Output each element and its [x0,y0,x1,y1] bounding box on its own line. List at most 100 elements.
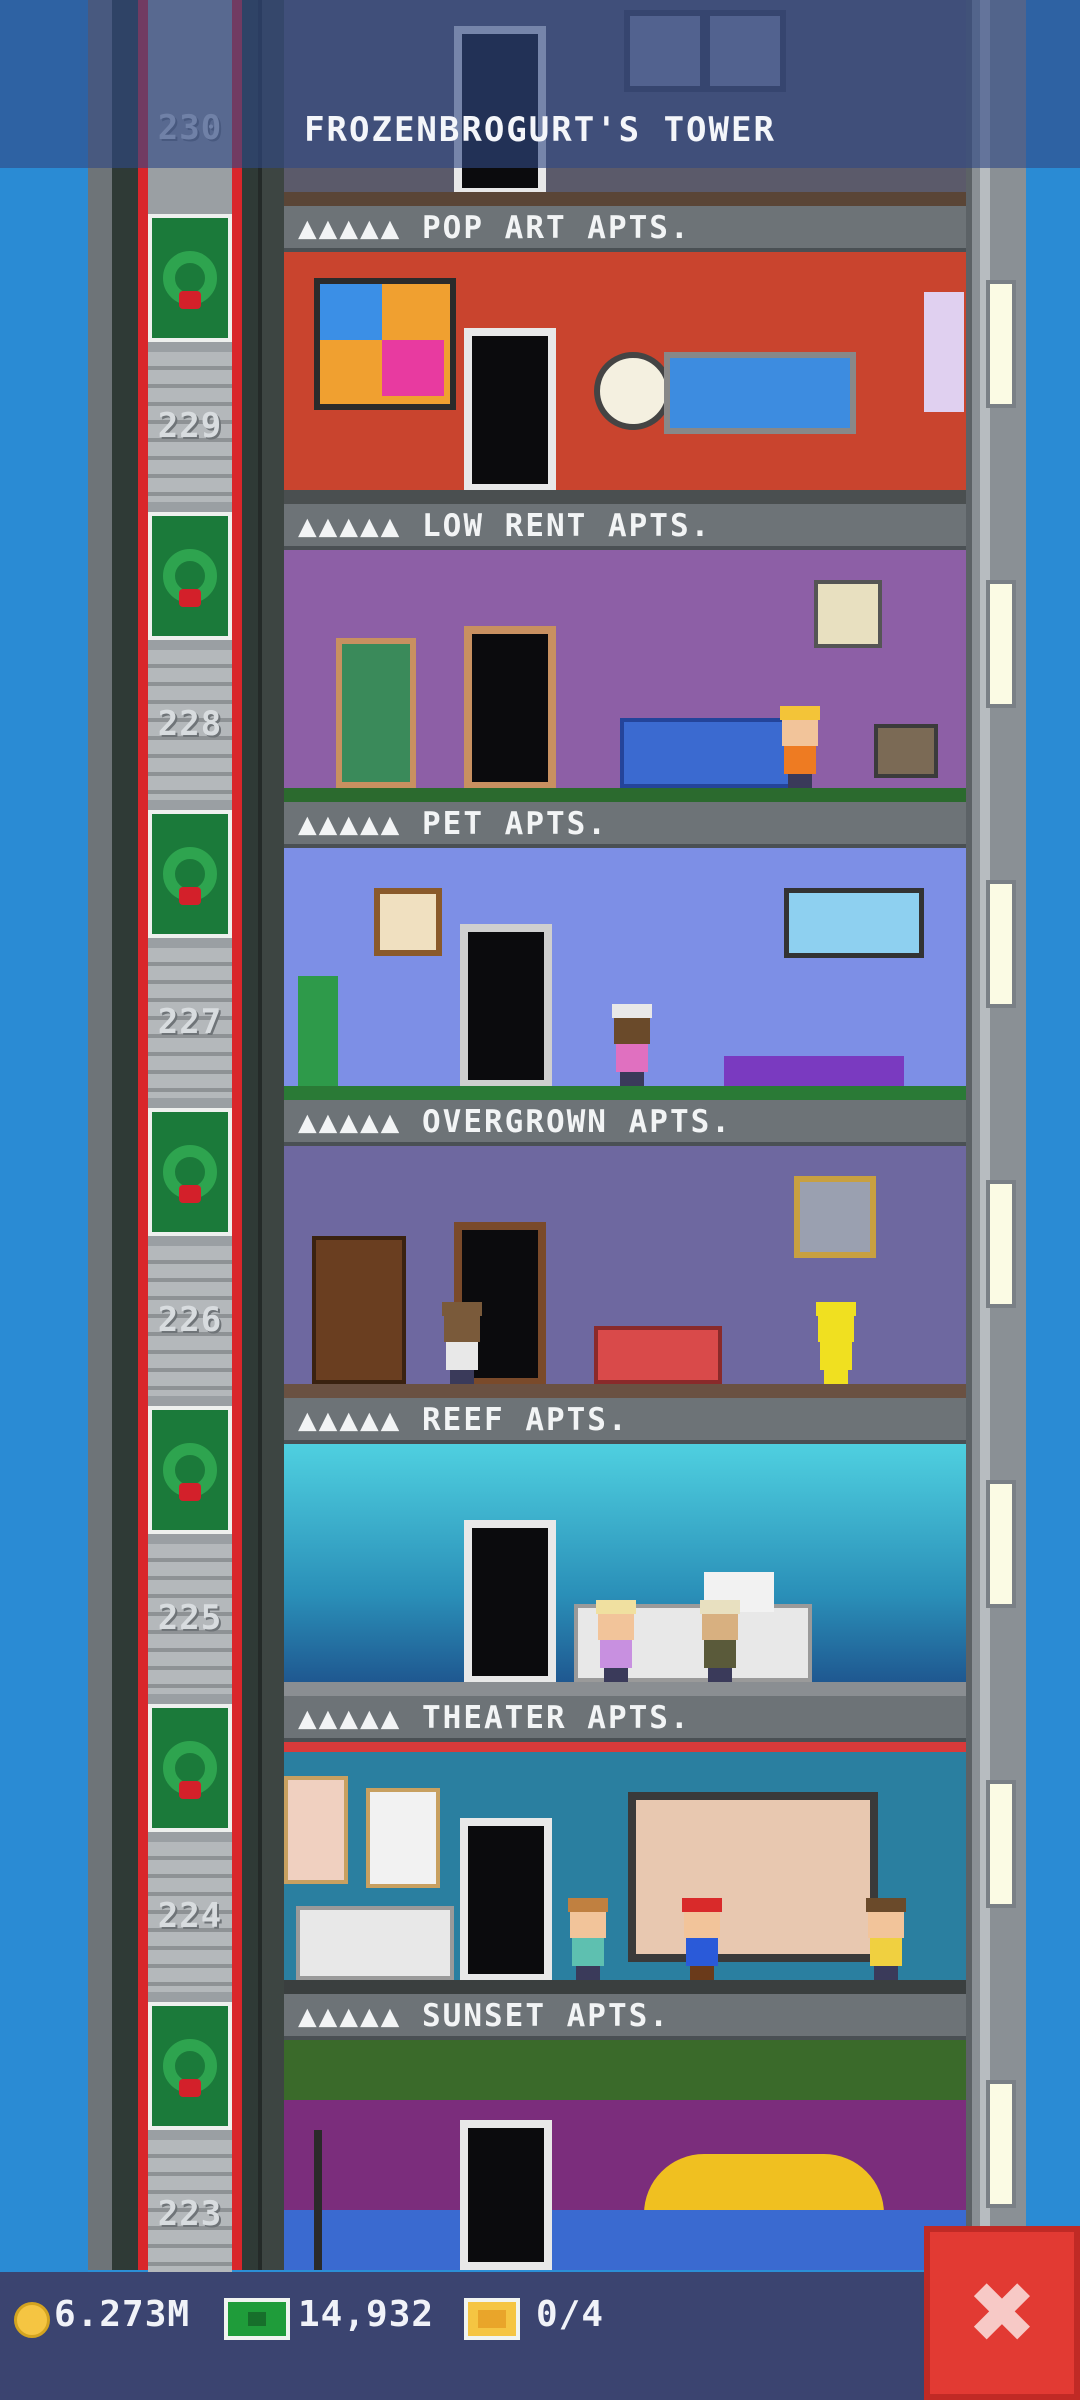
elevator-floor-229[interactable]: 229 [148,206,232,504]
bux-value: 14,932 [298,2294,435,2335]
coins-value: 6.273M [54,2294,191,2335]
dog-portrait [374,888,442,956]
room-floor [284,788,966,802]
fish-tank [784,888,924,958]
close-button[interactable]: ✖ [924,2226,1080,2400]
floor-name-bar: ▲▲▲▲▲ POP ART APTS. [284,206,966,252]
status-bar [0,2272,1080,2400]
wall-art [924,292,964,412]
elevator-shaft-edge [258,0,284,2270]
floor-name-bar: ▲▲▲▲▲ OVERGROWN APTS. [284,1100,966,1146]
floor-name-bar: ▲▲▲▲▲ PET APTS. [284,802,966,848]
floor-name-bar: ▲▲▲▲▲ SUNSET APTS. [284,1994,966,2040]
floor-number: 228 [157,704,223,744]
resident[interactable] [778,706,822,788]
floor-room [284,1146,966,1398]
bookshelf [312,1236,406,1384]
wreath-icon [148,512,232,640]
resident-hazmat[interactable] [814,1302,858,1384]
room-floor [284,1384,966,1398]
tower-header: FROZENBROGURT'S TOWER [0,0,1080,168]
wreath-icon [148,214,232,342]
wall-light [986,1480,1016,1608]
floor-room [284,2040,966,2270]
door [464,328,556,492]
door [460,924,552,1088]
floor-name-bar: ▲▲▲▲▲ THEATER APTS. [284,1696,966,1742]
wall-light [986,1780,1016,1908]
floor-label: ▲▲▲▲▲ LOW RENT APTS. [298,508,712,544]
wall-light [986,280,1016,408]
pop-art-painting [314,278,456,410]
wreath-icon [148,1108,232,1236]
plant [298,976,338,1086]
floor-sunset[interactable]: ▲▲▲▲▲ SUNSET APTS. [284,1994,966,2270]
resident[interactable] [864,1898,908,1980]
door [464,626,556,790]
tower-title: FROZENBROGURT'S TOWER [304,110,776,150]
tower-bux-icon [224,2298,290,2340]
aquarium-table [664,352,856,434]
sky-background-right [1020,0,1080,2400]
resident[interactable] [698,1600,742,1682]
floor-room [284,550,966,802]
wall-clock [594,352,672,430]
floor-label: ▲▲▲▲▲ PET APTS. [298,806,608,842]
wall-light [986,580,1016,708]
floor-overgrown[interactable]: ▲▲▲▲▲ OVERGROWN APTS. [284,1100,966,1398]
sky-background [0,0,88,2400]
elevator-floor-227[interactable]: 227 [148,802,232,1100]
floor-name-bar: ▲▲▲▲▲ REEF APTS. [284,1398,966,1444]
tickets-value: 0/4 [536,2294,605,2335]
room-floor [284,192,966,206]
vine-painting [794,1176,876,1258]
resident-mario[interactable] [680,1898,724,1980]
floor-low-rent[interactable]: ▲▲▲▲▲ LOW RENT APTS. [284,504,966,802]
resident[interactable] [610,1004,654,1086]
door [464,1520,556,1684]
couch [594,1326,722,1384]
elevator-floor-228[interactable]: 228 [148,504,232,802]
close-icon: ✖ [966,2264,1038,2362]
movie-poster [284,1776,348,1884]
wreath-icon [148,2002,232,2130]
door [460,1818,552,1982]
elevator-rail-left [138,0,148,2270]
floor-label: ▲▲▲▲▲ REEF APTS. [298,1402,629,1438]
floor-theater[interactable]: ▲▲▲▲▲ THEATER APTS. [284,1696,966,1994]
elevator-floor-224[interactable]: 224 [148,1696,232,1994]
elevator-floor-225[interactable]: 225 [148,1398,232,1696]
floor-pet[interactable]: ▲▲▲▲▲ PET APTS. [284,802,966,1100]
floor-number: 229 [157,406,223,446]
door [460,2120,552,2270]
elevator-rail-right [232,0,242,2270]
floor-name-bar: ▲▲▲▲▲ LOW RENT APTS. [284,504,966,550]
floor-label: ▲▲▲▲▲ OVERGROWN APTS. [298,1104,732,1140]
water [284,2210,966,2270]
floor-number: 225 [157,1598,223,1638]
golden-ticket-icon [464,2298,520,2340]
movie-poster [366,1788,440,1888]
room-floor [284,1980,966,1994]
resident[interactable] [566,1898,610,1980]
resident[interactable] [594,1600,638,1682]
couch [296,1906,454,1980]
floor-label: ▲▲▲▲▲ THEATER APTS. [298,1700,691,1736]
room-floor [284,1086,966,1100]
wall-light [986,880,1016,1008]
floor-pop-art[interactable]: ▲▲▲▲▲ POP ART APTS. [284,206,966,504]
sunset [644,2154,884,2214]
floor-reef[interactable]: ▲▲▲▲▲ REEF APTS. [284,1398,966,1696]
pet-bed [724,1056,904,1086]
elevator-floor-223[interactable]: 223 [148,1994,232,2290]
wreath-icon [148,1406,232,1534]
wall-poster [814,580,882,648]
floor-number: 223 [157,2194,223,2234]
movie-screen [628,1792,878,1962]
floor-number: 227 [157,1002,223,1042]
coin-icon [14,2302,50,2338]
floor-number: 226 [157,1300,223,1340]
elevator-floor-226[interactable]: 226 [148,1100,232,1398]
resident[interactable] [440,1302,484,1384]
wall-light [986,1180,1016,1308]
